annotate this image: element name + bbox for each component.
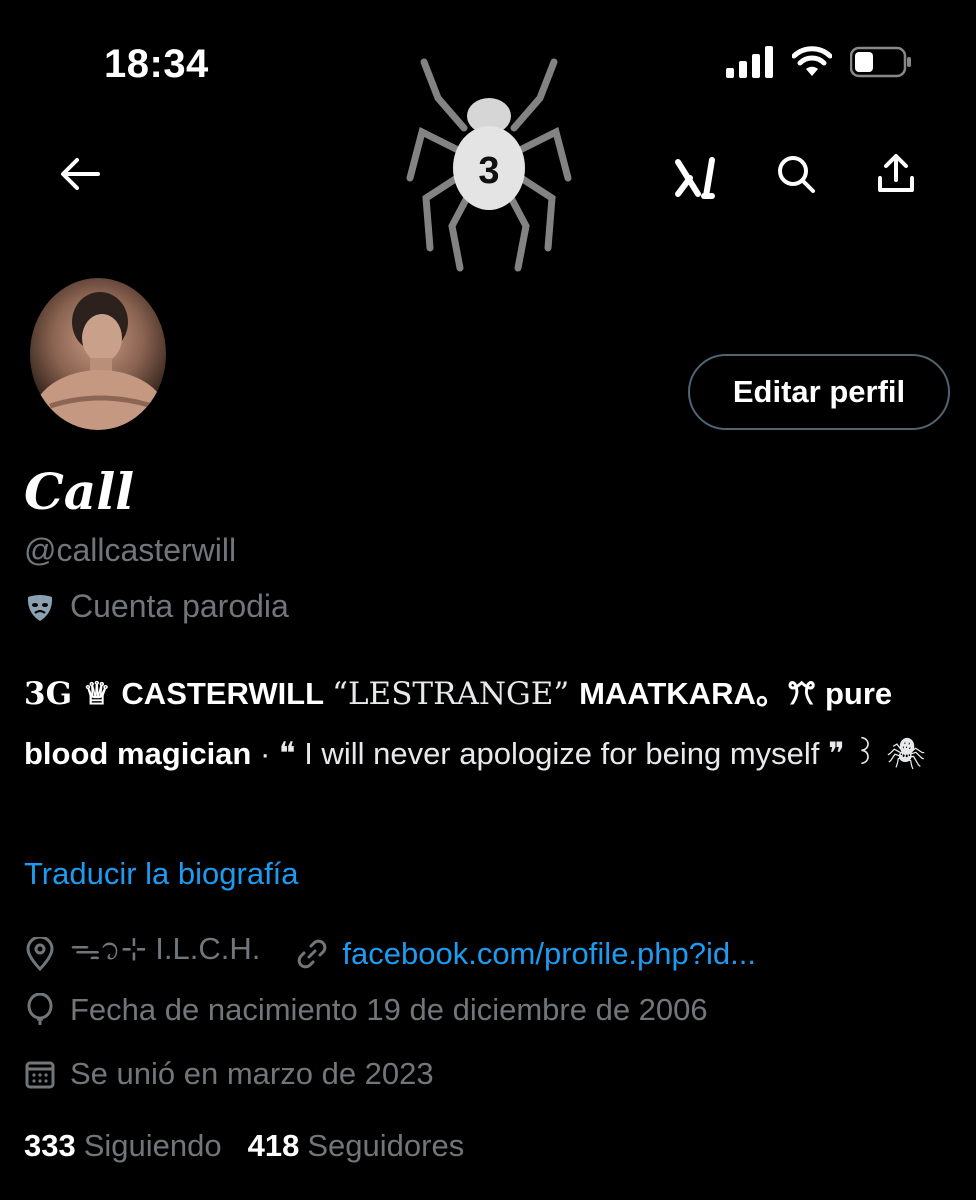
back-button[interactable] (48, 142, 112, 206)
share-icon (878, 154, 914, 192)
status-time: 18:34 (104, 42, 209, 86)
following-label: Siguiendo (83, 1128, 222, 1163)
bio-part-3: “LESTRANGE” (332, 676, 580, 712)
calendar-icon (25, 1061, 55, 1089)
handle: @callcasterwill (24, 532, 237, 568)
website-link[interactable]: facebook.com/profile.php?id... (342, 936, 756, 972)
bio: 3G ♕ CASTERWILL “LESTRANGE” MAATKARA。ꔫ p… (24, 664, 954, 784)
link-icon (298, 939, 327, 969)
location-icon (26, 937, 54, 971)
followers-count: 418 (247, 1128, 300, 1163)
birthday-text: Fecha de nacimiento 19 de diciembre de 2… (70, 992, 708, 1027)
followers-link[interactable]: 418 Seguidores (248, 1128, 465, 1164)
edit-profile-button[interactable]: Editar perfil (688, 354, 950, 430)
signal-icon (726, 46, 773, 78)
parody-label: Cuenta parodia (24, 588, 289, 625)
bio-part-2: CASTERWILL (121, 676, 333, 711)
back-arrow-icon (61, 158, 100, 190)
following-count: 333 (24, 1128, 76, 1163)
balloon-icon (27, 993, 53, 1025)
bio-part-6: · ❝ I will never apologize for being mys… (251, 736, 926, 771)
following-link[interactable]: 333 Siguiendo (24, 1128, 222, 1164)
parody-text: Cuenta parodia (70, 588, 289, 624)
wifi-icon (792, 46, 832, 76)
joined-text: Se unió en marzo de 2023 (70, 1056, 434, 1091)
search-button[interactable] (764, 142, 828, 206)
follow-counts: 333 Siguiendo 418 Seguidores (24, 1128, 464, 1164)
mask-icon (27, 594, 53, 621)
battery-icon (850, 46, 911, 78)
status-icons (726, 46, 912, 78)
header-spider-emblem: 3 (406, 58, 572, 272)
meta-location-website: ᯓ᭡⊹ I.L.C.H. facebook.com/profile.php?id… (24, 926, 756, 982)
bio-part-1: 3G ♕ (24, 676, 122, 712)
bio-part-4: MAATKARA (579, 676, 756, 711)
grok-icon (675, 157, 715, 199)
avatar[interactable] (30, 278, 166, 430)
translate-bio-link[interactable]: Traducir la biografía (24, 856, 299, 892)
share-button[interactable] (864, 142, 928, 206)
avatar-portrait (32, 292, 166, 430)
emblem-number: 3 (478, 150, 499, 192)
location-text: ᯓ᭡⊹ I.L.C.H. (70, 931, 261, 966)
search-icon (778, 156, 815, 193)
followers-label: Seguidores (307, 1128, 465, 1163)
meta-joined: Se unió en marzo de 2023 (24, 1056, 434, 1092)
meta-birthday: Fecha de nacimiento 19 de diciembre de 2… (24, 992, 708, 1028)
grok-button[interactable] (664, 146, 728, 210)
display-name: Call (24, 462, 135, 521)
